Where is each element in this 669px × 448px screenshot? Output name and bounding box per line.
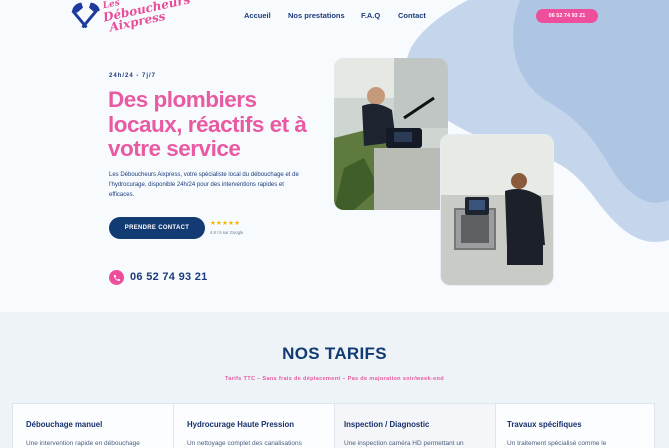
nav-item-accueil[interactable]: Accueil [244, 11, 271, 20]
tarifs-subtitle: Tarifs TTC – Sans frais de déplacement –… [225, 376, 444, 382]
nav-item-prestations[interactable]: Nos prestations [288, 11, 345, 20]
hero-description: Les Déboucheurs Aixpress, votre spéciali… [109, 172, 299, 198]
nav-item-faq[interactable]: F.A.Q [361, 11, 380, 20]
phone-icon[interactable] [109, 270, 124, 285]
plumber-photo-1 [334, 58, 448, 210]
card-description: Une intervention rapide en débouchage [26, 440, 140, 447]
tarifs-title: NOS TARIFS [282, 344, 387, 363]
card-title: Hydrocurage Haute Pression [187, 420, 295, 429]
tarif-card-inspection[interactable]: Inspection / Diagnostic Une inspection c… [334, 403, 496, 448]
rating-stars-icon: ★★★★★ [210, 220, 241, 227]
plumber-photo-2 [440, 134, 554, 286]
card-title: Débouchage manuel [26, 420, 103, 429]
tarif-card-travaux[interactable]: Travaux spécifiques Un traitement spécia… [495, 403, 655, 448]
card-description: Un nettoyage complet des canalisations [187, 440, 302, 447]
header-phone-button[interactable]: 06 52 74 93 21 [536, 9, 598, 23]
card-description: Une inspection caméra HD permettant un [344, 440, 464, 447]
nav-item-contact[interactable]: Contact [398, 11, 426, 20]
card-title: Travaux spécifiques [507, 420, 582, 429]
hero-kicker: 24h/24 - 7j/7 [109, 73, 157, 79]
tarif-card-hydrocurage[interactable]: Hydrocurage Haute Pression Un nettoyage … [173, 403, 335, 448]
hero-phone-number[interactable]: 06 52 74 93 21 [130, 271, 208, 283]
tarif-card-debouchage[interactable]: Débouchage manuel Une intervention rapid… [12, 403, 174, 448]
contact-cta-button[interactable]: PRENDRE CONTACT [109, 217, 205, 239]
card-title: Inspection / Diagnostic [344, 420, 430, 429]
card-description: Un traitement spécialisé comme le [507, 440, 607, 447]
rating-text: 4.8 / 5 sur Google [210, 230, 244, 235]
hero-title: Des plombiers locaux, réactifs et à votr… [108, 87, 307, 161]
